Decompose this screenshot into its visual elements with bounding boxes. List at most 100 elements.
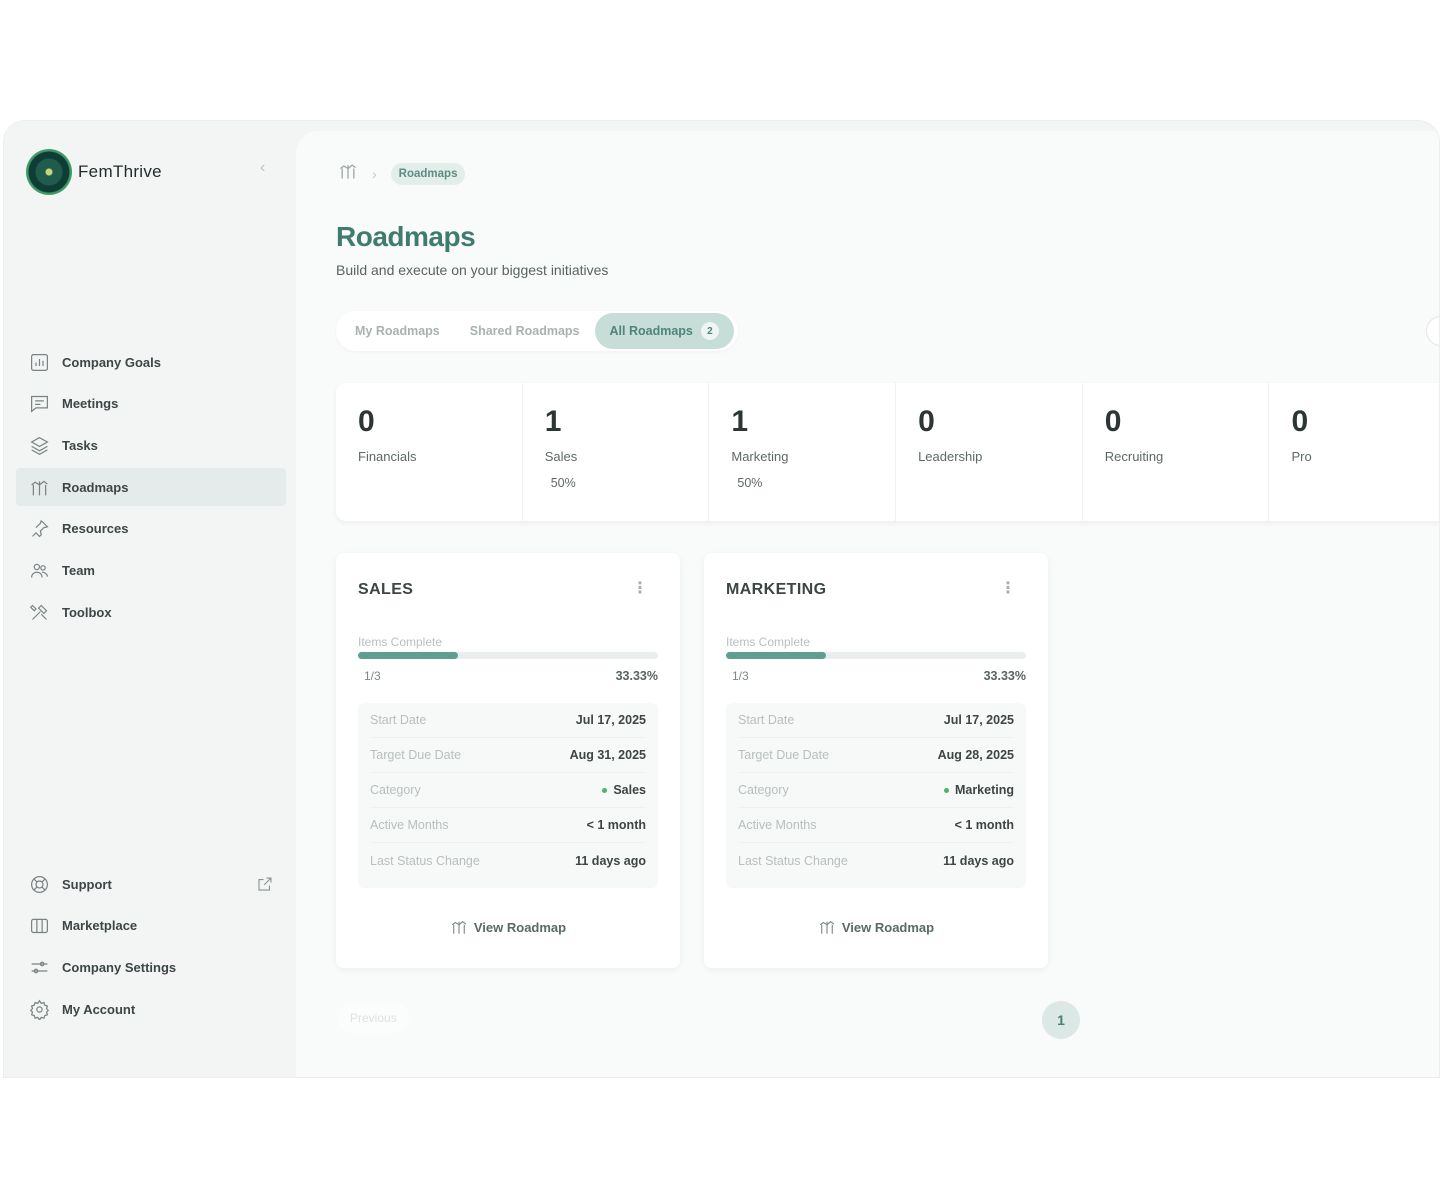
detail-value: Aug 28, 2025 (937, 748, 1014, 762)
sidebar-item-label: My Account (62, 1001, 136, 1017)
roadmap-icon (28, 476, 50, 498)
breadcrumb-current[interactable]: Roadmaps (390, 162, 466, 185)
stat-percent: 50% (737, 476, 763, 490)
sidebar-item-label: Resources (62, 521, 129, 537)
page-subtitle: Build and execute on your biggest initia… (336, 262, 609, 278)
brand-name: FemThrive (78, 162, 162, 181)
breadcrumb: › Roadmaps (338, 161, 466, 186)
detail-key: Active Months (738, 818, 817, 832)
stat-financials[interactable]: 0 Financials (336, 383, 523, 521)
detail-key: Category (370, 783, 421, 797)
app-window: FemThrive ‹ Company Goals Meetings Tasks… (3, 120, 1440, 1078)
sidebar-item-label: Company Settings (62, 959, 177, 975)
progress-fill (726, 652, 826, 659)
roadmap-icon (819, 921, 834, 934)
sidebar-item-label: Toolbox (62, 604, 112, 620)
detail-key: Target Due Date (370, 748, 462, 762)
tab-my-roadmaps[interactable]: My Roadmaps (340, 315, 455, 347)
sliders-icon (28, 956, 50, 978)
progress-fraction: 1/3 (364, 669, 381, 683)
sidebar-item-team[interactable]: Team (16, 551, 286, 589)
pin-icon (28, 518, 50, 540)
category-stats: 0 Financials 1 Sales 50% 1 Marketing 50%… (336, 383, 1439, 521)
sidebar-item-label: Team (62, 562, 95, 578)
more-options-icon[interactable]: ⋮ (632, 581, 648, 597)
main-content: › Roadmaps Roadmaps Build and execute on… (296, 131, 1439, 1077)
sidebar-item-label: Meetings (62, 396, 119, 412)
stat-marketing[interactable]: 1 Marketing 50% (709, 383, 897, 521)
view-roadmap-button[interactable]: View Roadmap (704, 918, 1048, 936)
detail-value: 11 days ago (943, 853, 1014, 868)
progress-percent: 33.33% (615, 669, 658, 683)
items-complete-label: Items Complete (358, 635, 443, 649)
card-details: Start Date Jul 17, 2025 Target Due Date Au… (358, 703, 658, 888)
detail-row: Start Date Jul 17, 2025 (738, 703, 1014, 738)
sidebar-item-my-account[interactable]: My Account (16, 990, 286, 1028)
sidebar-item-toolbox[interactable]: Toolbox (16, 593, 286, 631)
stat-label: Recruiting (1104, 449, 1164, 464)
team-icon (28, 559, 50, 581)
sidebar-item-tasks[interactable]: Tasks (16, 426, 286, 464)
card-title: MARKETING (726, 581, 827, 598)
stat-pro[interactable]: 0 Pro (1269, 383, 1439, 521)
sidebar-item-marketplace[interactable]: Marketplace (16, 907, 286, 945)
category-name: Marketing (954, 783, 1014, 797)
detail-key: Last Status Change (370, 853, 480, 868)
detail-key: Last Status Change (738, 853, 848, 868)
stat-number: 0 (918, 405, 935, 438)
page-number-button[interactable]: 1 (1042, 1001, 1080, 1039)
collapse-sidebar-chevron-icon[interactable]: ‹ (260, 160, 274, 176)
tab-label: All Roadmaps (609, 324, 693, 338)
detail-key: Start Date (738, 713, 795, 727)
stat-label: Leadership (918, 449, 983, 464)
stat-sales[interactable]: 1 Sales 50% (523, 383, 710, 521)
tab-all-roadmaps[interactable]: All Roadmaps 2 (594, 313, 734, 349)
detail-value: < 1 month (954, 818, 1014, 832)
detail-row: Last Status Change 11 days ago (370, 843, 646, 878)
card-details: Start Date Jul 17, 2025 Target Due Date Au… (726, 703, 1026, 888)
sidebar-item-company-goals[interactable]: Company Goals (16, 343, 286, 381)
stat-leadership[interactable]: 0 Leadership (896, 383, 1083, 521)
sidebar-bottom-nav: Support Marketplace Company Settings My … (16, 865, 286, 1032)
sidebar-item-label: Company Goals (62, 354, 161, 370)
sidebar-item-roadmaps[interactable]: Roadmaps (16, 468, 286, 507)
home-roadmap-icon[interactable] (338, 161, 358, 186)
view-roadmap-label: View Roadmap (841, 919, 935, 935)
stat-percent: 50% (550, 476, 576, 490)
sidebar-item-meetings[interactable]: Meetings (16, 385, 286, 423)
sidebar-item-label: Roadmaps (62, 479, 129, 495)
stat-number: 0 (1104, 405, 1122, 438)
brand[interactable]: FemThrive (26, 149, 162, 195)
roadmap-card-sales: SALES ⋮ Items Complete 1/3 33.33% Start … (336, 553, 680, 968)
roadmap-tabs: My Roadmaps Shared Roadmaps All Roadmaps… (336, 311, 738, 351)
progress-bar (358, 652, 658, 659)
category-dot-icon (602, 787, 608, 793)
detail-value: < 1 month (586, 818, 646, 832)
category-name: Sales (613, 783, 646, 797)
view-roadmap-label: View Roadmap (473, 919, 567, 935)
previous-page-button[interactable]: Previous (338, 1003, 409, 1033)
chart-icon (28, 351, 50, 373)
sidebar-item-company-settings[interactable]: Company Settings (16, 948, 286, 986)
detail-row: Active Months < 1 month (738, 808, 1014, 843)
stat-recruiting[interactable]: 0 Recruiting (1083, 383, 1270, 521)
view-roadmap-button[interactable]: View Roadmap (336, 918, 680, 936)
sidebar-item-label: Tasks (62, 437, 98, 453)
detail-key: Target Due Date (738, 748, 830, 762)
page-title: Roadmaps (336, 221, 476, 252)
detail-row: Active Months < 1 month (370, 808, 646, 843)
detail-row: Target Due Date Aug 28, 2025 (738, 738, 1014, 773)
detail-key: Start Date (370, 713, 427, 727)
detail-key: Active Months (370, 818, 449, 832)
sidebar-item-resources[interactable]: Resources (16, 510, 286, 548)
sidebar-item-support[interactable]: Support (16, 865, 286, 903)
external-link-icon[interactable] (256, 875, 274, 896)
scroll-right-button[interactable] (1426, 316, 1439, 346)
breadcrumb-separator-icon: › (372, 165, 377, 182)
detail-key: Category (738, 783, 789, 797)
tab-shared-roadmaps[interactable]: Shared Roadmaps (455, 315, 595, 347)
more-options-icon[interactable]: ⋮ (1000, 581, 1016, 597)
detail-row: Category Marketing (738, 773, 1014, 808)
detail-value: Aug 31, 2025 (569, 748, 646, 762)
tools-icon (28, 601, 50, 623)
